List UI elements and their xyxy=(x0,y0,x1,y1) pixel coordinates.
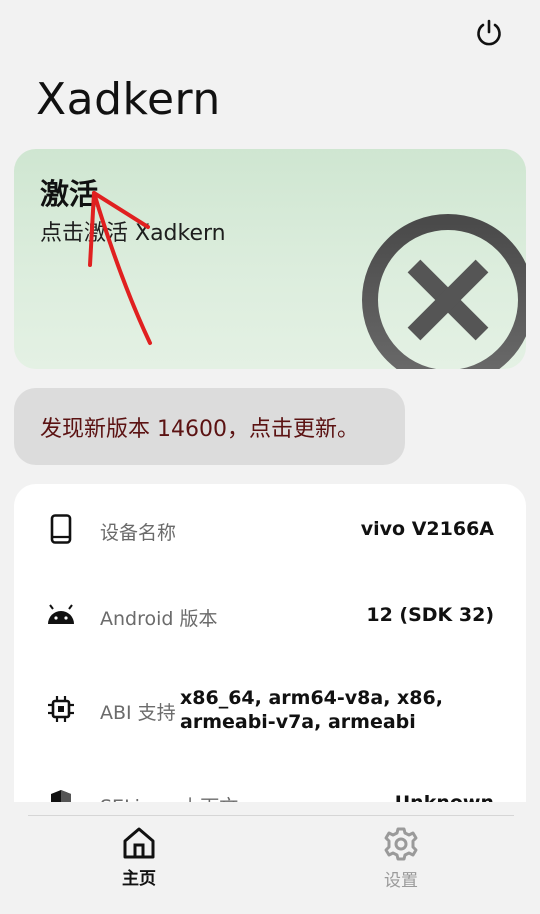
activate-subtitle: 点击激活 Xadkern xyxy=(40,221,226,246)
info-row-selinux: SELinux 上下文 Unknown xyxy=(14,786,526,802)
nav-divider xyxy=(28,815,514,816)
home-icon xyxy=(123,827,155,859)
activate-title: 激活 xyxy=(40,177,99,211)
activate-card[interactable]: 激活 点击激活 Xadkern xyxy=(14,149,526,369)
info-value: 12 (SDK 32) xyxy=(366,604,494,626)
info-label: SELinux 上下文 xyxy=(100,792,238,802)
nav-settings-label: 设置 xyxy=(384,871,418,891)
update-banner[interactable]: 发现新版本 14600，点击更新。 xyxy=(14,388,405,465)
info-value: vivo V2166A xyxy=(360,518,494,540)
nav-settings[interactable]: 设置 xyxy=(361,826,441,891)
power-button[interactable] xyxy=(470,14,508,52)
info-row-abi: ABI 支持 x86_64, arm64-v8a, x86, armeabi-v… xyxy=(14,684,526,740)
power-icon xyxy=(477,19,501,46)
info-label: ABI 支持 xyxy=(100,702,176,724)
chip-icon xyxy=(46,694,76,724)
info-row-device-name: 设备名称 vivo V2166A xyxy=(14,512,526,552)
nav-home-label: 主页 xyxy=(122,869,156,889)
android-icon xyxy=(46,600,76,630)
info-value: x86_64, arm64-v8a, x86, armeabi-v7a, arm… xyxy=(180,687,443,733)
device-info-card: 设备名称 vivo V2166A Android 版本 12 (SDK 32) xyxy=(14,484,526,802)
update-text: 发现新版本 14600，点击更新。 xyxy=(40,416,359,442)
info-value: Unknown xyxy=(395,792,494,802)
gear-icon xyxy=(384,827,418,861)
shield-icon xyxy=(46,788,76,802)
phone-icon xyxy=(46,514,76,544)
close-circle-icon xyxy=(362,214,526,369)
app-title: Xadkern xyxy=(36,74,221,125)
info-row-android-version: Android 版本 12 (SDK 32) xyxy=(14,598,526,638)
nav-home[interactable]: 主页 xyxy=(99,826,179,889)
info-label: Android 版本 xyxy=(100,608,218,630)
info-label: 设备名称 xyxy=(100,522,177,544)
